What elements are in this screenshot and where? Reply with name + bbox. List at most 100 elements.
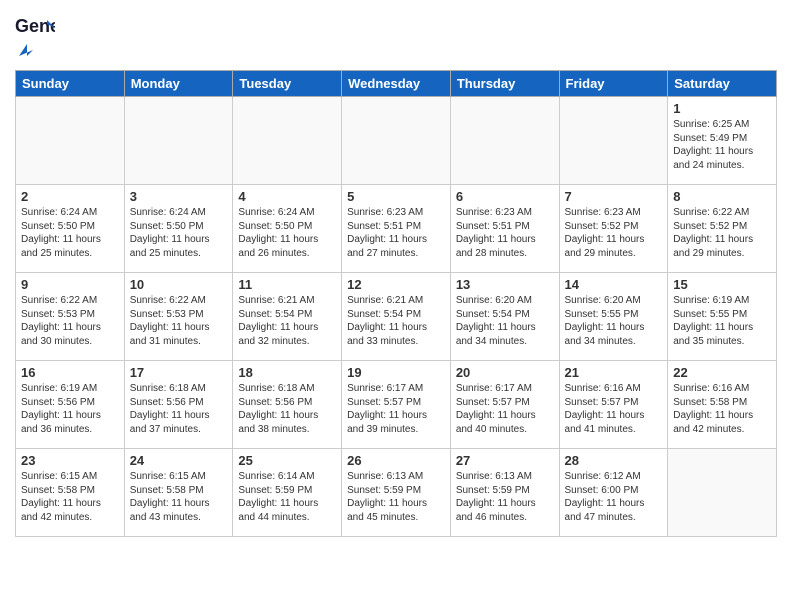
calendar-cell: 22 Sunrise: 6:16 AM Sunset: 5:58 PM Dayli… [668, 361, 777, 449]
calendar-cell [668, 449, 777, 537]
week-row-3: 9 Sunrise: 6:22 AM Sunset: 5:53 PM Daylig… [16, 273, 777, 361]
calendar-cell: 18 Sunrise: 6:18 AM Sunset: 5:56 PM Dayli… [233, 361, 342, 449]
day-info: Sunrise: 6:18 AM Sunset: 5:56 PM Dayligh… [130, 382, 228, 436]
calendar-cell: 14 Sunrise: 6:20 AM Sunset: 5:55 PM Dayli… [559, 273, 668, 361]
day-info: Sunrise: 6:17 AM Sunset: 5:57 PM Dayligh… [456, 382, 554, 436]
weekday-header-row: SundayMondayTuesdayWednesdayThursdayFrid… [16, 71, 777, 97]
day-number: 15 [673, 277, 771, 292]
day-info: Sunrise: 6:17 AM Sunset: 5:57 PM Dayligh… [347, 382, 445, 436]
calendar-cell: 2Sunrise: 6:24 AM Sunset: 5:50 PM Daylig… [16, 185, 125, 273]
day-info: Sunrise: 6:12 AM Sunset: 6:00 PM Dayligh… [565, 470, 663, 524]
calendar-cell: 4Sunrise: 6:24 AM Sunset: 5:50 PM Daylig… [233, 185, 342, 273]
weekday-saturday: Saturday [668, 71, 777, 97]
calendar-cell: 28 Sunrise: 6:12 AM Sunset: 6:00 PM Dayli… [559, 449, 668, 537]
day-info: Sunrise: 6:15 AM Sunset: 5:58 PM Dayligh… [130, 470, 228, 524]
day-info: Sunrise: 6:20 AM Sunset: 5:54 PM Dayligh… [456, 294, 554, 348]
weekday-thursday: Thursday [450, 71, 559, 97]
day-info: Sunrise: 6:13 AM Sunset: 5:59 PM Dayligh… [347, 470, 445, 524]
day-info: Sunrise: 6:19 AM Sunset: 5:56 PM Dayligh… [21, 382, 119, 436]
svg-text:General: General [15, 16, 55, 36]
day-number: 7 [565, 189, 663, 204]
weekday-sunday: Sunday [16, 71, 125, 97]
day-number: 1 [673, 101, 771, 116]
day-number: 3 [130, 189, 228, 204]
calendar-cell [233, 97, 342, 185]
day-number: 13 [456, 277, 554, 292]
calendar-cell: 17 Sunrise: 6:18 AM Sunset: 5:56 PM Dayli… [124, 361, 233, 449]
calendar-cell: 3 Sunrise: 6:24 AM Sunset: 5:50 PM Daylig… [124, 185, 233, 273]
day-info: Sunrise: 6:25 AM Sunset: 5:49 PM Dayligh… [673, 118, 771, 172]
calendar-cell [450, 97, 559, 185]
calendar-cell: 15 Sunrise: 6:19 AM Sunset: 5:55 PM Dayli… [668, 273, 777, 361]
weekday-friday: Friday [559, 71, 668, 97]
calendar-cell: 26Sunrise: 6:13 AM Sunset: 5:59 PM Dayli… [342, 449, 451, 537]
calendar-cell: 27 Sunrise: 6:13 AM Sunset: 5:59 PM Dayli… [450, 449, 559, 537]
calendar-cell: 16 Sunrise: 6:19 AM Sunset: 5:56 PM Dayli… [16, 361, 125, 449]
day-number: 5 [347, 189, 445, 204]
calendar-cell: 12 Sunrise: 6:21 AM Sunset: 5:54 PM Dayli… [342, 273, 451, 361]
calendar-cell: 11 Sunrise: 6:21 AM Sunset: 5:54 PM Dayli… [233, 273, 342, 361]
day-info: Sunrise: 6:13 AM Sunset: 5:59 PM Dayligh… [456, 470, 554, 524]
day-number: 24 [130, 453, 228, 468]
day-number: 11 [238, 277, 336, 292]
day-info: Sunrise: 6:23 AM Sunset: 5:51 PM Dayligh… [456, 206, 554, 260]
day-number: 27 [456, 453, 554, 468]
calendar-cell: 7 Sunrise: 6:23 AM Sunset: 5:52 PM Daylig… [559, 185, 668, 273]
day-info: Sunrise: 6:24 AM Sunset: 5:50 PM Dayligh… [21, 206, 119, 260]
week-row-5: 23 Sunrise: 6:15 AM Sunset: 5:58 PM Dayli… [16, 449, 777, 537]
calendar-cell [124, 97, 233, 185]
day-info: Sunrise: 6:22 AM Sunset: 5:52 PM Dayligh… [673, 206, 771, 260]
calendar-cell: 6Sunrise: 6:23 AM Sunset: 5:51 PM Daylig… [450, 185, 559, 273]
day-number: 8 [673, 189, 771, 204]
day-number: 28 [565, 453, 663, 468]
day-number: 10 [130, 277, 228, 292]
day-info: Sunrise: 6:16 AM Sunset: 5:57 PM Dayligh… [565, 382, 663, 436]
calendar-cell [342, 97, 451, 185]
calendar-cell: 8 Sunrise: 6:22 AM Sunset: 5:52 PM Daylig… [668, 185, 777, 273]
day-number: 14 [565, 277, 663, 292]
calendar-cell [16, 97, 125, 185]
week-row-4: 16 Sunrise: 6:19 AM Sunset: 5:56 PM Dayli… [16, 361, 777, 449]
day-number: 22 [673, 365, 771, 380]
logo-arrow-icon [17, 42, 35, 60]
week-row-1: 1 Sunrise: 6:25 AM Sunset: 5:49 PM Daylig… [16, 97, 777, 185]
day-number: 19 [347, 365, 445, 380]
day-info: Sunrise: 6:21 AM Sunset: 5:54 PM Dayligh… [238, 294, 336, 348]
day-number: 18 [238, 365, 336, 380]
day-number: 16 [21, 365, 119, 380]
calendar-cell: 1 Sunrise: 6:25 AM Sunset: 5:49 PM Daylig… [668, 97, 777, 185]
calendar-cell: 5 Sunrise: 6:23 AM Sunset: 5:51 PM Daylig… [342, 185, 451, 273]
day-info: Sunrise: 6:21 AM Sunset: 5:54 PM Dayligh… [347, 294, 445, 348]
calendar-cell: 9 Sunrise: 6:22 AM Sunset: 5:53 PM Daylig… [16, 273, 125, 361]
calendar-cell: 19 Sunrise: 6:17 AM Sunset: 5:57 PM Dayli… [342, 361, 451, 449]
day-info: Sunrise: 6:14 AM Sunset: 5:59 PM Dayligh… [238, 470, 336, 524]
day-info: Sunrise: 6:19 AM Sunset: 5:55 PM Dayligh… [673, 294, 771, 348]
day-info: Sunrise: 6:22 AM Sunset: 5:53 PM Dayligh… [130, 294, 228, 348]
weekday-monday: Monday [124, 71, 233, 97]
logo: General [15, 10, 59, 62]
day-info: Sunrise: 6:22 AM Sunset: 5:53 PM Dayligh… [21, 294, 119, 348]
weekday-tuesday: Tuesday [233, 71, 342, 97]
day-info: Sunrise: 6:23 AM Sunset: 5:52 PM Dayligh… [565, 206, 663, 260]
header: General [15, 10, 777, 62]
day-info: Sunrise: 6:20 AM Sunset: 5:55 PM Dayligh… [565, 294, 663, 348]
day-info: Sunrise: 6:16 AM Sunset: 5:58 PM Dayligh… [673, 382, 771, 436]
calendar-cell: 13 Sunrise: 6:20 AM Sunset: 5:54 PM Dayli… [450, 273, 559, 361]
day-number: 4 [238, 189, 336, 204]
day-number: 25 [238, 453, 336, 468]
day-number: 23 [21, 453, 119, 468]
day-info: Sunrise: 6:23 AM Sunset: 5:51 PM Dayligh… [347, 206, 445, 260]
day-info: Sunrise: 6:24 AM Sunset: 5:50 PM Dayligh… [130, 206, 228, 260]
calendar-cell: 24 Sunrise: 6:15 AM Sunset: 5:58 PM Dayli… [124, 449, 233, 537]
day-info: Sunrise: 6:18 AM Sunset: 5:56 PM Dayligh… [238, 382, 336, 436]
calendar-cell: 23Sunrise: 6:15 AM Sunset: 5:58 PM Dayli… [16, 449, 125, 537]
calendar-cell [559, 97, 668, 185]
calendar-cell: 20Sunrise: 6:17 AM Sunset: 5:57 PM Dayli… [450, 361, 559, 449]
weekday-wednesday: Wednesday [342, 71, 451, 97]
day-number: 9 [21, 277, 119, 292]
week-row-2: 2Sunrise: 6:24 AM Sunset: 5:50 PM Daylig… [16, 185, 777, 273]
day-number: 17 [130, 365, 228, 380]
day-number: 12 [347, 277, 445, 292]
calendar-cell: 21 Sunrise: 6:16 AM Sunset: 5:57 PM Dayli… [559, 361, 668, 449]
day-number: 21 [565, 365, 663, 380]
